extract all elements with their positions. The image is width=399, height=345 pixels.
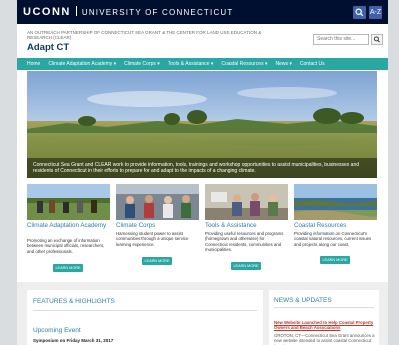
hero-caption: Connecticut Sea Grant and CLEAR work to … [27,158,377,178]
news-article-link[interactable]: New Website Launched to Help Coastal Pro… [274,320,376,331]
card-image-coastal [294,184,377,220]
card-title[interactable]: Coastal Resources [294,222,377,229]
card-description: Promoting an exchange of information bet… [27,238,105,254]
card-description: Providing useful resources and programs … [205,231,284,252]
divider [33,310,257,311]
nav-item-climate-corps[interactable]: Climate Corps ▾ [124,58,160,70]
main-nav: Home Climate Adaptation Academy ▾ Climat… [17,58,388,70]
site-tagline: AN OUTREACH PARTNERSHIP OF CONNECTICUT S… [27,30,262,40]
news-article-excerpt: GROTON, CT—Connecticut Sea Grant announc… [274,333,375,345]
a-z-index-button[interactable]: A-Z [369,6,382,19]
card-title[interactable]: Climate Adaptation Academy [27,222,110,229]
event-heading: Upcoming Event [33,327,81,334]
learn-more-button[interactable]: LEARN MORE [320,256,350,264]
nav-item-coastal-resources[interactable]: Coastal Resources ▾ [221,58,267,70]
search-icon [355,8,364,17]
page: UCONN UNIVERSITY OF CONNECTICUT A-Z AN OU… [17,0,388,345]
card-description: Harnessing student power to assist commu… [116,231,189,247]
brand-main: UCONN [23,6,71,18]
learn-more-button[interactable]: LEARN MORE [53,264,83,272]
divider [274,307,374,308]
card-tools-assistance: Tools & Assistance Providing useful reso… [205,184,288,274]
nav-item-home[interactable]: Home [27,58,40,70]
nav-item-news[interactable]: News ▾ [275,58,291,70]
features-heading: FEATURES & HIGHLIGHTS [33,298,115,305]
brand-divider [75,6,77,16]
card-description: Providing information on Connecticut's c… [294,231,372,247]
card-image-tools [205,184,288,220]
nav-item-tools-assistance[interactable]: Tools & Assistance ▾ [168,58,214,70]
news-heading: NEWS & UPDATES [274,297,332,304]
nav-item-climate-adaptation-academy[interactable]: Climate Adaptation Academy ▾ [48,58,116,70]
site-search-input[interactable] [313,34,369,45]
brand-sub: UNIVERSITY OF CONNECTICUT [81,8,234,17]
card-climate-corps: Climate Corps Harnessing student power t… [116,184,199,274]
site-search-button[interactable] [371,34,383,45]
learn-more-button[interactable]: LEARN MORE [231,262,261,270]
program-cards: Climate Adaptation Academy Promoting an … [27,184,377,274]
site-title[interactable]: Adapt CT [27,42,69,53]
search-icon [373,36,380,43]
hero-banner: Connecticut Sea Grant and CLEAR work to … [27,71,377,178]
event-date: Symposium on Friday March 31, 2017 [33,338,114,343]
news-panel: NEWS & UPDATES New Website Launched to H… [269,290,379,345]
learn-more-button[interactable]: LEARN MORE [142,257,172,265]
card-image-academy [27,184,110,220]
card-climate-adaptation-academy: Climate Adaptation Academy Promoting an … [27,184,110,274]
uconn-logo[interactable]: UCONN UNIVERSITY OF CONNECTICUT [23,6,233,18]
features-panel: FEATURES & HIGHLIGHTS Upcoming Event Sym… [27,290,263,345]
site-header: AN OUTREACH PARTNERSHIP OF CONNECTICUT S… [17,24,388,58]
topbar-search-button[interactable] [353,6,366,19]
nav-item-contact-us[interactable]: Contact Us [300,58,325,70]
card-title[interactable]: Climate Corps [116,222,199,229]
card-title[interactable]: Tools & Assistance [205,222,288,229]
university-topbar: UCONN UNIVERSITY OF CONNECTICUT A-Z [17,0,388,24]
card-coastal-resources: Coastal Resources Providing information … [294,184,377,274]
card-image-corps [116,184,199,220]
